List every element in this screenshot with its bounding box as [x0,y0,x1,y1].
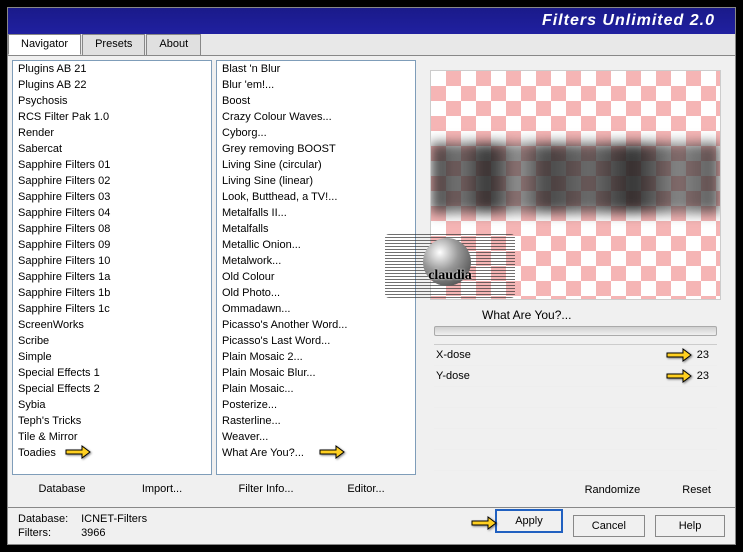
list-item[interactable]: Ommadawn... [218,302,414,318]
titlebar: Filters Unlimited 2.0 [8,8,735,34]
preview-buttons: Randomize Reset [422,477,729,501]
preview-effect [431,143,720,213]
main-area: Plugins AB 21Plugins AB 22PsychosisRCS F… [8,56,735,507]
list-item[interactable]: Sapphire Filters 04 [14,206,210,222]
right-panel: What Are You?... X-dose23Y-dose23 Random… [420,60,731,503]
import-button[interactable]: Import... [112,479,212,499]
list-item[interactable]: Simple [14,350,210,366]
list-item[interactable]: Sybia [14,398,210,414]
list-item[interactable]: Sapphire Filters 1a [14,270,210,286]
list-item[interactable]: Sabercat [14,142,210,158]
list-item[interactable]: Metallic Onion... [218,238,414,254]
progress-bar[interactable] [434,326,717,336]
list-item[interactable]: Metalwork... [218,254,414,270]
list-item[interactable]: Render [14,126,210,142]
param-label: X-dose [436,349,665,361]
categories-buttons: Database Import... [12,475,212,503]
list-item[interactable]: Weaver... [218,430,414,446]
footer-filt-label: Filters: [18,527,78,539]
list-item[interactable]: Blur 'em!... [218,78,414,94]
list-item[interactable]: Special Effects 2 [14,382,210,398]
params-list: X-dose23Y-dose23 [434,344,717,477]
database-button[interactable]: Database [12,479,112,499]
list-item[interactable]: Living Sine (linear) [218,174,414,190]
help-button[interactable]: Help [655,515,725,537]
randomize-button[interactable]: Randomize [579,481,647,499]
list-item[interactable]: Rasterline... [218,414,414,430]
list-item[interactable]: Plain Mosaic... [218,382,414,398]
categories-listbox[interactable]: Plugins AB 21Plugins AB 22PsychosisRCS F… [12,60,212,475]
list-item[interactable]: Picasso's Another Word... [218,318,414,334]
app-title: Filters Unlimited 2.0 [542,12,715,30]
list-item[interactable]: Sapphire Filters 08 [14,222,210,238]
list-item[interactable]: Sapphire Filters 1b [14,286,210,302]
categories-column: Plugins AB 21Plugins AB 22PsychosisRCS F… [12,60,212,503]
list-item[interactable]: Boost [218,94,414,110]
tab-about[interactable]: About [146,34,201,55]
param-row: Y-dose23 [434,366,717,387]
list-item[interactable]: Blast 'n Blur [218,62,414,78]
app-window: Filters Unlimited 2.0 Navigator Presets … [7,7,736,545]
list-item[interactable]: Sapphire Filters 10 [14,254,210,270]
filters-listbox[interactable]: Blast 'n BlurBlur 'em!...BoostCrazy Colo… [216,60,416,475]
list-item[interactable]: Plain Mosaic 2... [218,350,414,366]
list-item[interactable]: Metalfalls [218,222,414,238]
list-item[interactable]: Metalfalls II... [218,206,414,222]
footer-db-label: Database: [18,513,78,525]
filters-buttons: Filter Info... Editor... [216,475,416,503]
list-item[interactable]: Posterize... [218,398,414,414]
current-filter-name: What Are You?... [422,300,729,322]
list-item[interactable]: What Are You?... [218,446,414,462]
list-item[interactable]: Psychosis [14,94,210,110]
list-item[interactable]: Picasso's Last Word... [218,334,414,350]
list-item[interactable]: Sapphire Filters 02 [14,174,210,190]
list-item[interactable]: Old Photo... [218,286,414,302]
cancel-button[interactable]: Cancel [573,515,645,537]
param-row-empty [434,408,717,429]
list-item[interactable]: Sapphire Filters 09 [14,238,210,254]
tab-presets[interactable]: Presets [82,34,145,55]
footer-filt-value: 3966 [81,527,105,539]
list-item[interactable]: Plugins AB 22 [14,78,210,94]
tab-navigator[interactable]: Navigator [8,34,81,55]
list-item[interactable]: Sapphire Filters 1c [14,302,210,318]
list-item[interactable]: Sapphire Filters 01 [14,158,210,174]
list-item[interactable]: Teph's Tricks [14,414,210,430]
reset-button[interactable]: Reset [676,481,717,499]
list-item[interactable]: Cyborg... [218,126,414,142]
list-item[interactable]: ScreenWorks [14,318,210,334]
list-item[interactable]: Look, Butthead, a TV!... [218,190,414,206]
filters-column: Blast 'n BlurBlur 'em!...BoostCrazy Colo… [216,60,416,503]
param-row-empty [434,429,717,450]
list-item[interactable]: Old Colour [218,270,414,286]
filterinfo-button[interactable]: Filter Info... [216,479,316,499]
param-row: X-dose23 [434,345,717,366]
tabs-row: Navigator Presets About [8,34,735,56]
param-row-empty [434,387,717,408]
list-item[interactable]: Crazy Colour Waves... [218,110,414,126]
param-value[interactable]: 23 [665,349,715,361]
footer-info: Database: ICNET-Filters Filters: 3966 [18,513,495,539]
param-row-empty [434,450,717,471]
list-item[interactable]: Sapphire Filters 03 [14,190,210,206]
list-item[interactable]: Special Effects 1 [14,366,210,382]
footer-db-value: ICNET-Filters [81,513,147,525]
list-item[interactable]: Grey removing BOOST [218,142,414,158]
list-item[interactable]: Toadies [14,446,210,462]
param-label: Y-dose [436,370,665,382]
apply-button[interactable]: Apply [495,509,563,533]
list-item[interactable]: Tile & Mirror [14,430,210,446]
footer-buttons: Apply Cancel Help [495,515,725,537]
footer: Database: ICNET-Filters Filters: 3966 Ap… [8,507,735,544]
list-item[interactable]: Scribe [14,334,210,350]
list-item[interactable]: Plugins AB 21 [14,62,210,78]
editor-button[interactable]: Editor... [316,479,416,499]
param-value[interactable]: 23 [665,370,715,382]
list-item[interactable]: RCS Filter Pak 1.0 [14,110,210,126]
list-item[interactable]: Living Sine (circular) [218,158,414,174]
list-item[interactable]: Plain Mosaic Blur... [218,366,414,382]
preview-area [430,70,721,300]
